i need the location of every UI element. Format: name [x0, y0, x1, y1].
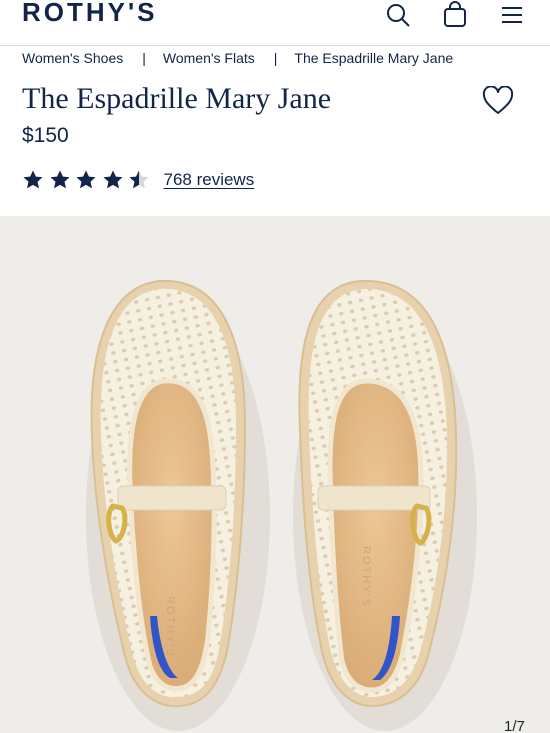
rating: 768 reviews	[22, 168, 254, 192]
star-icon	[50, 170, 69, 189]
insole-brand-right: ROTHY'S	[360, 546, 372, 608]
brand-logo[interactable]: ROTHY'S	[22, 0, 158, 28]
shopping-bag-icon[interactable]	[437, 0, 473, 30]
product-image: ROTHY'S ROTHY'S	[86, 279, 477, 731]
product-price: $150	[22, 124, 69, 147]
breadcrumb-separator: |	[142, 50, 146, 66]
insole-brand-left: ROTHY'S	[164, 596, 176, 658]
site-header: ROTHY'S	[0, 0, 550, 46]
product-title: The Espadrille Mary Jane	[22, 82, 332, 115]
star-icon	[103, 170, 122, 189]
star-icon	[76, 170, 96, 189]
gallery-counter: 1/7	[504, 718, 525, 733]
breadcrumb: Women's Shoes | Women's Flats | The Espa…	[22, 50, 453, 68]
breadcrumb-womens-shoes[interactable]: Women's Shoes	[22, 50, 123, 68]
product-image-gallery[interactable]: ROTHY'S ROTHY'S 1/7	[0, 216, 550, 733]
breadcrumb-current-product[interactable]: The Espadrille Mary Jane	[294, 50, 453, 68]
breadcrumb-womens-flats[interactable]: Women's Flats	[163, 50, 255, 68]
star-icon	[23, 170, 43, 189]
star-rating	[22, 169, 155, 191]
heart-icon[interactable]	[482, 85, 514, 116]
menu-icon[interactable]	[494, 0, 530, 30]
star-icon	[129, 170, 149, 189]
reviews-link[interactable]: 768 reviews	[164, 170, 255, 190]
breadcrumb-separator: |	[273, 50, 278, 66]
search-icon[interactable]	[380, 0, 416, 30]
